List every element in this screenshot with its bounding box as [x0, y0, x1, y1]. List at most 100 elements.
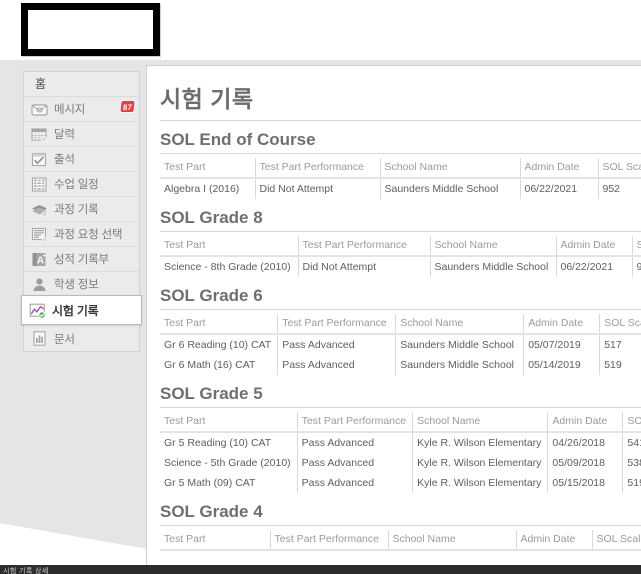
column-header: School Name	[380, 158, 521, 179]
page-title: 시험 기록	[160, 80, 641, 121]
sidebar-item-home[interactable]: 홈	[24, 72, 139, 97]
sidebar-item-6[interactable]: 과정 요청 선택	[24, 222, 139, 247]
sidebar-item-1[interactable]: 메시지 87	[24, 97, 139, 122]
table-cell: Pass Advanced	[277, 334, 397, 355]
table-cell: Pass Advanced	[297, 453, 414, 473]
svg-text:A: A	[37, 255, 44, 266]
attendance-check-icon	[31, 151, 48, 168]
section-title: SOL Grade 8	[160, 208, 641, 232]
table-cell: Pass Advanced	[277, 355, 397, 375]
test-results-table: Test Part Test Part Performance School Nam…	[160, 412, 641, 493]
column-header: SOL Scale Score	[592, 530, 641, 551]
column-header: SOL Scale Score	[622, 412, 641, 433]
column-header: Admin Date	[556, 236, 633, 257]
document-bars-icon	[31, 330, 48, 347]
column-header: Test Part	[160, 158, 256, 179]
table-cell: Gr 5 Reading (10) CAT	[160, 432, 298, 453]
column-header: Test Part	[160, 412, 298, 433]
table-cell: Algebra I (2016)	[160, 178, 256, 199]
column-header: SOL Scale Score	[598, 158, 641, 179]
table-cell: 04/26/2018	[547, 432, 624, 453]
table-row[interactable]: Algebra I (2016) Did Not Attempt Saunders …	[160, 178, 641, 199]
table-cell: 541.00	[627, 437, 641, 449]
sidebar-item-4[interactable]: 수업 일정	[24, 172, 139, 197]
table-cell: 538	[627, 457, 641, 469]
table-cell: 05/09/2018	[547, 453, 624, 473]
books-icon	[31, 201, 48, 218]
table-cell: Did Not Attempt	[298, 256, 431, 277]
sidebar-item-10[interactable]: 문서	[24, 326, 139, 351]
table-cell: 519.00	[627, 477, 641, 489]
column-header: Test Part Performance	[298, 236, 431, 257]
sidebar-nav: 홈 메시지 87 달력출석수업 일정과정 기록 과정 요청 선택 A 성적 기록부학생 정…	[21, 71, 142, 352]
table-cell: 517	[604, 339, 622, 351]
column-header: School Name	[388, 530, 517, 551]
envelope-icon	[31, 101, 48, 118]
table-cell: 519	[604, 359, 622, 371]
screen: 시험 기록 SOL End of Course Test Part Test Par…	[0, 0, 641, 574]
sidebar-item-3[interactable]: 출석	[24, 147, 139, 172]
table-cell: Saunders Middle School	[380, 178, 521, 199]
sidebar-item-label: 메시지	[54, 104, 86, 116]
section-title: SOL Grade 5	[160, 384, 641, 408]
test-results-table: Test Part Test Part Performance School Nam…	[160, 314, 641, 375]
column-header: SOL Scale Score	[632, 236, 641, 257]
column-header: Test Part	[160, 236, 299, 257]
table-cell: Pass Advanced	[297, 432, 414, 453]
section-title: SOL Grade 4	[160, 502, 641, 526]
column-header: School Name	[395, 314, 525, 335]
chart-check-icon	[29, 302, 46, 319]
sidebar-item-7[interactable]: A 성적 기록부	[24, 247, 139, 272]
table-cell: Kyle R. Wilson Elementary	[412, 432, 549, 453]
sidebar-item-label: 성적 기록부	[54, 254, 109, 266]
table-row[interactable]: Science - 8th Grade (2010) Did Not Attemp…	[160, 256, 641, 277]
sections-host: SOL End of Course Test Part Test Part Perf…	[160, 130, 641, 551]
sidebar-item-5[interactable]: 과정 기록	[24, 197, 139, 222]
sidebar-item-label: 출석	[54, 154, 75, 166]
calendar-icon	[31, 126, 48, 143]
column-header: Test Part	[160, 530, 271, 551]
unread-count-badge: 87	[119, 100, 136, 113]
table-row[interactable]: Gr 6 Reading (10) CAT Pass Advanced Saunde…	[160, 334, 641, 355]
test-results-table: Test Part Test Part Performance School Nam…	[160, 158, 641, 199]
table-cell: Science - 5th Grade (2010)	[160, 453, 298, 473]
sidebar-item-label: 수업 일정	[54, 179, 99, 191]
table-cell: 06/22/2021	[520, 178, 599, 199]
os-taskbar: 시험 기록 상세	[0, 565, 641, 574]
main-content-panel: 시험 기록 SOL End of Course Test Part Test Par…	[146, 65, 641, 565]
table-row[interactable]: Science - 5th Grade (2010) Pass Advanced K…	[160, 453, 641, 473]
column-header: Test Part	[160, 314, 279, 335]
redacted-logo-box	[21, 3, 160, 56]
section-title: SOL Grade 6	[160, 286, 641, 310]
sidebar-items-host: 메시지 87 달력출석수업 일정과정 기록 과정 요청 선택 A 성적 기록부학생 정보 시…	[21, 97, 142, 351]
table-row[interactable]: Gr 5 Reading (10) CAT Pass Advanced Kyle R…	[160, 432, 641, 453]
table-cell: Did Not Attempt	[255, 178, 381, 199]
table-header-row: Test Part Test Part Performance School Nam…	[160, 412, 641, 433]
table-cell: 952	[602, 183, 621, 195]
taskbar-left-text: 시험 기록 상세	[3, 568, 49, 574]
table-row[interactable]: Gr 6 Math (16) CAT Pass Advanced Saunders …	[160, 355, 641, 375]
test-results-table: Test Part Test Part Performance School Nam…	[160, 236, 641, 277]
table-cell: 05/07/2019	[523, 334, 601, 355]
column-header: Test Part Performance	[297, 412, 414, 433]
table-header-row: Test Part Test Part Performance School Nam…	[160, 236, 641, 257]
table-cell: Gr 6 Reading (10) CAT	[160, 334, 279, 355]
table-cell: Pass Advanced	[297, 473, 414, 493]
schedule-grid-icon	[31, 176, 48, 193]
sidebar-item-8[interactable]: 학생 정보	[24, 272, 139, 297]
table-cell: Kyle R. Wilson Elementary	[412, 453, 549, 473]
sidebar-item-9[interactable]: 시험 기록	[21, 295, 142, 325]
column-header: Test Part Performance	[255, 158, 381, 179]
column-header: Admin Date	[516, 530, 593, 551]
gradebook-a-icon: A	[31, 251, 48, 268]
sidebar-item-label: 달력	[54, 129, 75, 141]
table-cell: Gr 5 Math (09) CAT	[160, 473, 298, 493]
table-header-row: Test Part Test Part Performance School Nam…	[160, 158, 641, 179]
sidebar-item-2[interactable]: 달력	[24, 122, 139, 147]
test-results-table: Test Part Test Part Performance School Nam…	[160, 530, 641, 551]
table-cell: Kyle R. Wilson Elementary	[412, 473, 549, 493]
table-cell: Saunders Middle School	[430, 256, 557, 277]
table-cell: Saunders Middle School	[395, 334, 525, 355]
column-header: Admin Date	[520, 158, 599, 179]
table-row[interactable]: Gr 5 Math (09) CAT Pass Advanced Kyle R. W…	[160, 473, 641, 493]
